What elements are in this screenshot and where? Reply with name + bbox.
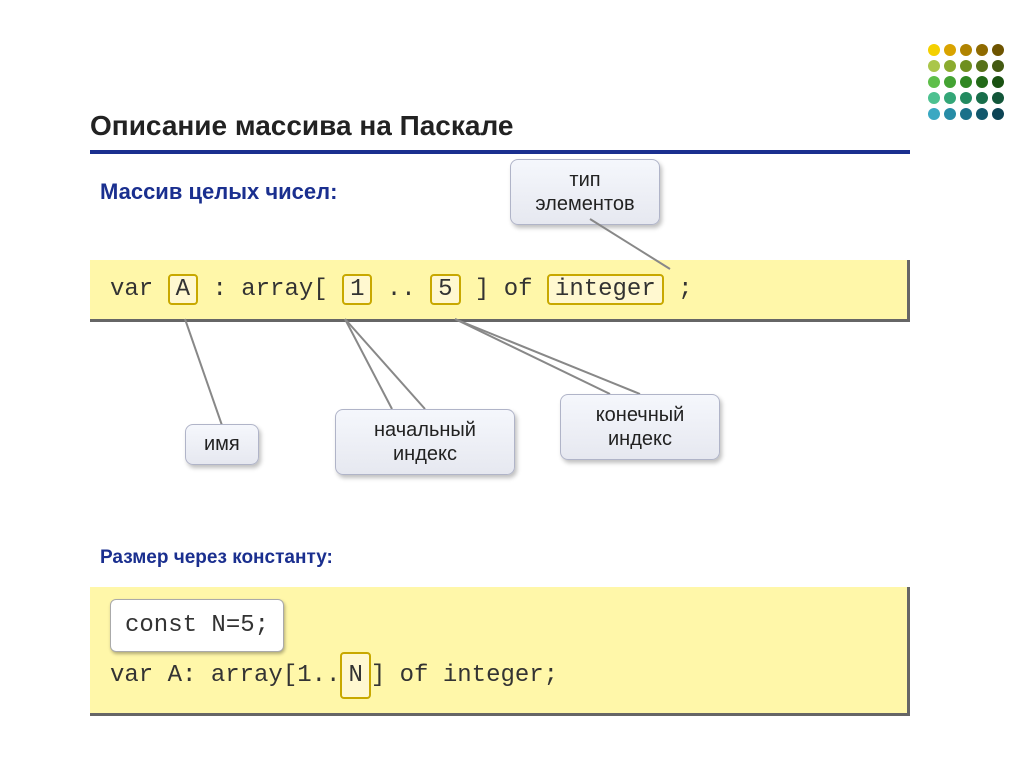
decorative-dot xyxy=(992,76,1004,88)
subtitle-integers-array: Массив целых чисел: xyxy=(100,179,910,205)
decorative-dot xyxy=(944,108,956,120)
callout-end-index-text: конечный индекс xyxy=(596,404,685,450)
index-start-box: 1 xyxy=(342,274,372,305)
decorative-dot xyxy=(944,76,956,88)
decorative-dot xyxy=(992,44,1004,56)
callout-name: имя xyxy=(185,424,259,465)
code-declaration-2: const N=5; var A: array[1..N] of integer… xyxy=(90,587,910,716)
n-box: N xyxy=(340,652,370,699)
slide-content: Описание массива на Паскале Массив целых… xyxy=(90,110,910,716)
array-name-box: A xyxy=(168,274,198,305)
const-line-box: const N=5; xyxy=(110,599,284,652)
decorative-dot xyxy=(976,92,988,104)
decorative-dot xyxy=(976,108,988,120)
decorative-dot xyxy=(992,92,1004,104)
decorative-dot xyxy=(992,60,1004,72)
var-line-pre: var A: array[1.. xyxy=(110,662,340,689)
decorative-dot xyxy=(944,60,956,72)
decorative-dot xyxy=(928,108,940,120)
code-declaration-1: var A : array[ 1 .. 5 ] of integer ; xyxy=(90,260,910,322)
syntax-bracket-of: ] of xyxy=(475,276,547,303)
decorative-dots xyxy=(928,44,1004,120)
kw-var: var xyxy=(110,276,153,303)
decorative-dot xyxy=(928,76,940,88)
decorative-dot xyxy=(976,60,988,72)
callout-start-index: начальный индекс xyxy=(335,409,515,475)
decorative-dot xyxy=(992,108,1004,120)
decorative-dot xyxy=(960,44,972,56)
var-line-post: ] of integer; xyxy=(371,662,558,689)
decorative-dot xyxy=(928,44,940,56)
decorative-dot xyxy=(944,92,956,104)
subtitle-const-size: Размер через константу: xyxy=(100,547,910,569)
decorative-dot xyxy=(960,76,972,88)
decorative-dot xyxy=(928,60,940,72)
page-title: Описание массива на Паскале xyxy=(90,110,910,154)
syntax-range-dots: .. xyxy=(387,276,430,303)
syntax-semicolon: ; xyxy=(678,276,692,303)
callout-name-text: имя xyxy=(204,433,240,455)
decorative-dot xyxy=(960,60,972,72)
decorative-dot xyxy=(944,44,956,56)
decorative-dot xyxy=(976,76,988,88)
decorative-dot xyxy=(960,92,972,104)
index-end-box: 5 xyxy=(430,274,460,305)
connector-lines xyxy=(90,179,910,539)
decorative-dot xyxy=(928,92,940,104)
callout-element-type: тип элементов xyxy=(510,159,660,225)
decorative-dot xyxy=(960,108,972,120)
callout-start-index-text: начальный индекс xyxy=(374,419,476,465)
decorative-dot xyxy=(976,44,988,56)
syntax-array-open: : array[ xyxy=(212,276,327,303)
callout-type-text: тип элементов xyxy=(535,169,634,215)
callout-end-index: конечный индекс xyxy=(560,394,720,460)
type-box: integer xyxy=(547,274,664,305)
